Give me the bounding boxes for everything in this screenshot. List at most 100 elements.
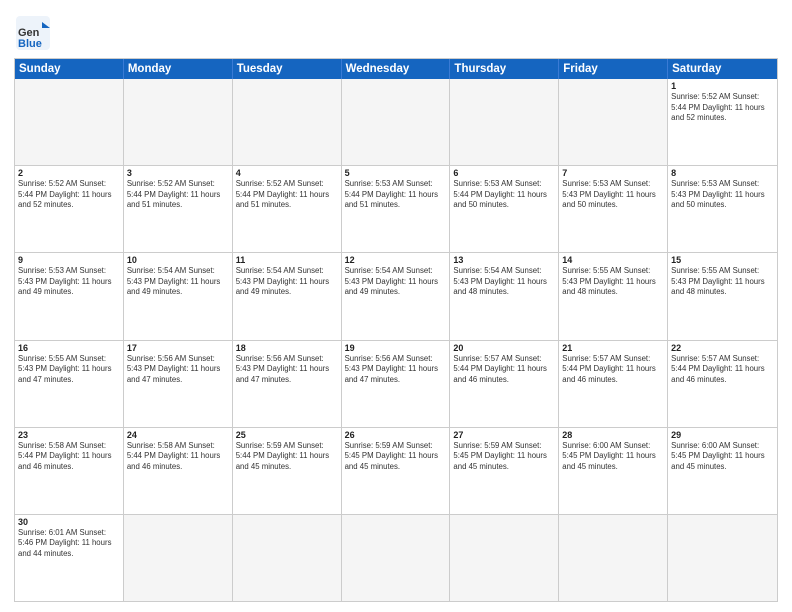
weekday-header-sunday: Sunday xyxy=(15,59,124,79)
calendar-cell: 5Sunrise: 5:53 AM Sunset: 5:44 PM Daylig… xyxy=(342,166,451,252)
day-number: 11 xyxy=(236,255,338,265)
calendar-cell xyxy=(124,79,233,165)
day-number: 1 xyxy=(671,81,774,91)
cell-info: Sunrise: 5:59 AM Sunset: 5:45 PM Dayligh… xyxy=(345,441,447,473)
day-number: 21 xyxy=(562,343,664,353)
svg-text:Blue: Blue xyxy=(18,38,42,50)
calendar-cell xyxy=(450,515,559,601)
calendar-cell: 2Sunrise: 5:52 AM Sunset: 5:44 PM Daylig… xyxy=(15,166,124,252)
day-number: 25 xyxy=(236,430,338,440)
calendar-cell: 26Sunrise: 5:59 AM Sunset: 5:45 PM Dayli… xyxy=(342,428,451,514)
cell-info: Sunrise: 5:56 AM Sunset: 5:43 PM Dayligh… xyxy=(345,354,447,386)
day-number: 8 xyxy=(671,168,774,178)
day-number: 2 xyxy=(18,168,120,178)
cell-info: Sunrise: 5:53 AM Sunset: 5:43 PM Dayligh… xyxy=(18,266,120,298)
day-number: 29 xyxy=(671,430,774,440)
day-number: 26 xyxy=(345,430,447,440)
calendar-cell xyxy=(233,79,342,165)
cell-info: Sunrise: 5:53 AM Sunset: 5:44 PM Dayligh… xyxy=(345,179,447,211)
calendar-cell: 21Sunrise: 5:57 AM Sunset: 5:44 PM Dayli… xyxy=(559,341,668,427)
day-number: 27 xyxy=(453,430,555,440)
day-number: 28 xyxy=(562,430,664,440)
calendar-cell: 8Sunrise: 5:53 AM Sunset: 5:43 PM Daylig… xyxy=(668,166,777,252)
logo: Gen Blue xyxy=(14,14,56,52)
calendar-cell: 3Sunrise: 5:52 AM Sunset: 5:44 PM Daylig… xyxy=(124,166,233,252)
calendar-cell: 11Sunrise: 5:54 AM Sunset: 5:43 PM Dayli… xyxy=(233,253,342,339)
logo-icon: Gen Blue xyxy=(14,14,52,52)
calendar-cell xyxy=(342,79,451,165)
cell-info: Sunrise: 5:52 AM Sunset: 5:44 PM Dayligh… xyxy=(671,92,774,124)
weekday-header-saturday: Saturday xyxy=(668,59,777,79)
calendar-cell: 20Sunrise: 5:57 AM Sunset: 5:44 PM Dayli… xyxy=(450,341,559,427)
calendar-cell xyxy=(233,515,342,601)
page: Gen Blue SundayMondayTuesdayWednesdayThu… xyxy=(0,0,792,612)
calendar-cell xyxy=(124,515,233,601)
weekday-header-wednesday: Wednesday xyxy=(342,59,451,79)
calendar-row-3: 16Sunrise: 5:55 AM Sunset: 5:43 PM Dayli… xyxy=(15,341,777,428)
cell-info: Sunrise: 5:58 AM Sunset: 5:44 PM Dayligh… xyxy=(127,441,229,473)
calendar-cell: 28Sunrise: 6:00 AM Sunset: 5:45 PM Dayli… xyxy=(559,428,668,514)
cell-info: Sunrise: 5:55 AM Sunset: 5:43 PM Dayligh… xyxy=(18,354,120,386)
cell-info: Sunrise: 5:53 AM Sunset: 5:43 PM Dayligh… xyxy=(671,179,774,211)
weekday-header-thursday: Thursday xyxy=(450,59,559,79)
calendar-cell: 6Sunrise: 5:53 AM Sunset: 5:44 PM Daylig… xyxy=(450,166,559,252)
cell-info: Sunrise: 5:57 AM Sunset: 5:44 PM Dayligh… xyxy=(671,354,774,386)
calendar-row-5: 30Sunrise: 6:01 AM Sunset: 5:46 PM Dayli… xyxy=(15,515,777,601)
day-number: 12 xyxy=(345,255,447,265)
calendar-cell: 16Sunrise: 5:55 AM Sunset: 5:43 PM Dayli… xyxy=(15,341,124,427)
day-number: 6 xyxy=(453,168,555,178)
day-number: 18 xyxy=(236,343,338,353)
day-number: 7 xyxy=(562,168,664,178)
calendar-cell: 19Sunrise: 5:56 AM Sunset: 5:43 PM Dayli… xyxy=(342,341,451,427)
calendar: SundayMondayTuesdayWednesdayThursdayFrid… xyxy=(14,58,778,602)
cell-info: Sunrise: 6:00 AM Sunset: 5:45 PM Dayligh… xyxy=(671,441,774,473)
day-number: 13 xyxy=(453,255,555,265)
calendar-cell: 18Sunrise: 5:56 AM Sunset: 5:43 PM Dayli… xyxy=(233,341,342,427)
cell-info: Sunrise: 5:52 AM Sunset: 5:44 PM Dayligh… xyxy=(127,179,229,211)
cell-info: Sunrise: 5:54 AM Sunset: 5:43 PM Dayligh… xyxy=(236,266,338,298)
calendar-cell xyxy=(15,79,124,165)
day-number: 14 xyxy=(562,255,664,265)
calendar-cell: 10Sunrise: 5:54 AM Sunset: 5:43 PM Dayli… xyxy=(124,253,233,339)
calendar-cell: 4Sunrise: 5:52 AM Sunset: 5:44 PM Daylig… xyxy=(233,166,342,252)
cell-info: Sunrise: 5:52 AM Sunset: 5:44 PM Dayligh… xyxy=(18,179,120,211)
cell-info: Sunrise: 5:54 AM Sunset: 5:43 PM Dayligh… xyxy=(453,266,555,298)
calendar-cell xyxy=(450,79,559,165)
calendar-body: 1Sunrise: 5:52 AM Sunset: 5:44 PM Daylig… xyxy=(15,79,777,601)
cell-info: Sunrise: 5:54 AM Sunset: 5:43 PM Dayligh… xyxy=(345,266,447,298)
calendar-row-2: 9Sunrise: 5:53 AM Sunset: 5:43 PM Daylig… xyxy=(15,253,777,340)
cell-info: Sunrise: 5:57 AM Sunset: 5:44 PM Dayligh… xyxy=(453,354,555,386)
calendar-cell: 13Sunrise: 5:54 AM Sunset: 5:43 PM Dayli… xyxy=(450,253,559,339)
calendar-cell xyxy=(559,79,668,165)
day-number: 17 xyxy=(127,343,229,353)
calendar-cell: 25Sunrise: 5:59 AM Sunset: 5:44 PM Dayli… xyxy=(233,428,342,514)
calendar-cell xyxy=(668,515,777,601)
day-number: 9 xyxy=(18,255,120,265)
day-number: 24 xyxy=(127,430,229,440)
calendar-cell: 24Sunrise: 5:58 AM Sunset: 5:44 PM Dayli… xyxy=(124,428,233,514)
day-number: 5 xyxy=(345,168,447,178)
weekday-header-friday: Friday xyxy=(559,59,668,79)
cell-info: Sunrise: 5:52 AM Sunset: 5:44 PM Dayligh… xyxy=(236,179,338,211)
calendar-header: SundayMondayTuesdayWednesdayThursdayFrid… xyxy=(15,59,777,79)
calendar-cell xyxy=(342,515,451,601)
calendar-cell: 29Sunrise: 6:00 AM Sunset: 5:45 PM Dayli… xyxy=(668,428,777,514)
calendar-cell: 22Sunrise: 5:57 AM Sunset: 5:44 PM Dayli… xyxy=(668,341,777,427)
cell-info: Sunrise: 5:53 AM Sunset: 5:43 PM Dayligh… xyxy=(562,179,664,211)
calendar-cell: 14Sunrise: 5:55 AM Sunset: 5:43 PM Dayli… xyxy=(559,253,668,339)
cell-info: Sunrise: 5:56 AM Sunset: 5:43 PM Dayligh… xyxy=(127,354,229,386)
weekday-header-tuesday: Tuesday xyxy=(233,59,342,79)
calendar-cell: 12Sunrise: 5:54 AM Sunset: 5:43 PM Dayli… xyxy=(342,253,451,339)
cell-info: Sunrise: 6:00 AM Sunset: 5:45 PM Dayligh… xyxy=(562,441,664,473)
cell-info: Sunrise: 5:55 AM Sunset: 5:43 PM Dayligh… xyxy=(671,266,774,298)
cell-info: Sunrise: 5:58 AM Sunset: 5:44 PM Dayligh… xyxy=(18,441,120,473)
day-number: 15 xyxy=(671,255,774,265)
weekday-header-monday: Monday xyxy=(124,59,233,79)
cell-info: Sunrise: 5:59 AM Sunset: 5:44 PM Dayligh… xyxy=(236,441,338,473)
header: Gen Blue xyxy=(14,10,778,52)
calendar-row-4: 23Sunrise: 5:58 AM Sunset: 5:44 PM Dayli… xyxy=(15,428,777,515)
calendar-cell: 15Sunrise: 5:55 AM Sunset: 5:43 PM Dayli… xyxy=(668,253,777,339)
calendar-cell: 23Sunrise: 5:58 AM Sunset: 5:44 PM Dayli… xyxy=(15,428,124,514)
cell-info: Sunrise: 5:54 AM Sunset: 5:43 PM Dayligh… xyxy=(127,266,229,298)
calendar-cell: 1Sunrise: 5:52 AM Sunset: 5:44 PM Daylig… xyxy=(668,79,777,165)
